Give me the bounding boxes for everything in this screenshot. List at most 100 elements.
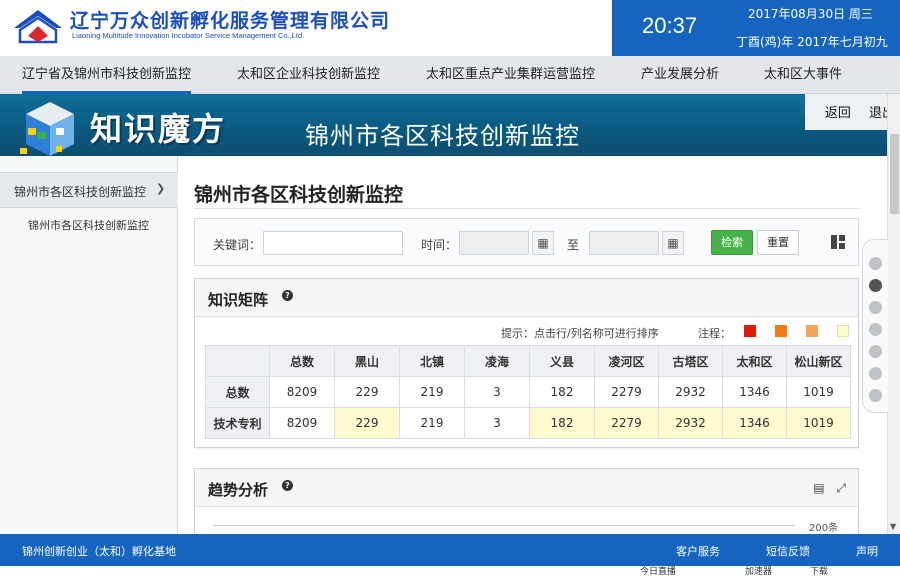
table-cell[interactable]: 229 — [334, 407, 400, 439]
panel-title: 知识矩阵 — [208, 291, 269, 309]
table-cell[interactable]: 219 — [399, 407, 465, 439]
column-header[interactable]: 凌海 — [464, 345, 530, 377]
feedback-link[interactable]: 短信反馈 — [766, 543, 810, 559]
table-cell: 3 — [464, 376, 530, 408]
site-footer: 锦州创新创业（太和）孵化基地 客户服务 短信反馈 声明 — [0, 534, 900, 566]
trend-analysis-panel: 趋势分析 ? ▤ ⤢ 200条 — [194, 468, 859, 534]
table-cell[interactable]: 1346 — [722, 407, 787, 439]
legend-swatch-red — [744, 325, 756, 337]
clock-time: 20:37 — [642, 13, 698, 38]
nav-tab-taihe-industry-cluster[interactable]: 太和区重点产业集群运营监控 — [426, 56, 595, 94]
page-scrollbar[interactable]: ▼ — [887, 94, 900, 534]
column-header[interactable]: 凌河区 — [594, 345, 659, 377]
row-header[interactable]: 技术专利 — [205, 407, 270, 439]
start-date-input[interactable] — [459, 231, 529, 255]
sidebar-group-jinzhou[interactable]: 锦州市各区科技创新监控 ❯ — [0, 172, 178, 208]
table-row: 总数 8209 229 219 3 182 2279 2932 1346 101… — [205, 376, 851, 408]
title-divider — [194, 208, 859, 209]
table-cell[interactable]: 2279 — [594, 407, 659, 439]
company-name-en: Liaoning Multitude Innovation Incubator … — [72, 31, 305, 40]
nav-tab-liaoning-jinzhou[interactable]: 辽宁省及锦州市科技创新监控 — [22, 56, 192, 94]
help-icon[interactable]: ? — [282, 290, 293, 301]
column-header[interactable]: 总数 — [269, 345, 335, 377]
column-header[interactable]: 北镇 — [399, 345, 465, 377]
nav-tab-taihe-events[interactable]: 太和区大事件 — [764, 56, 842, 94]
corner-cell — [205, 345, 270, 377]
table-cell: 2279 — [594, 376, 659, 408]
y-tick-label: 200条 — [809, 523, 839, 534]
knowledge-matrix-panel: 知识矩阵 ? 提示：点击行/列名称可进行排序 注程： 总数 黑山 北镇 凌海 义… — [194, 278, 859, 448]
table-cell[interactable]: 2932 — [658, 407, 723, 439]
section-dot[interactable] — [869, 301, 882, 314]
table-cell[interactable]: 182 — [529, 407, 595, 439]
row-header[interactable]: 总数 — [205, 376, 270, 408]
sidebar-item-jinzhou-monitor[interactable]: 锦州市各区科技创新监控 — [28, 217, 149, 233]
sort-hint: 提示：点击行/列名称可进行排序 — [501, 327, 659, 340]
column-header[interactable]: 松山新区 — [786, 345, 851, 377]
help-icon[interactable]: ? — [282, 480, 293, 491]
status-item[interactable]: 今日直播 — [640, 566, 676, 576]
reset-button[interactable]: 重置 — [757, 230, 799, 255]
column-header[interactable]: 义县 — [529, 345, 595, 377]
status-item[interactable]: 下载 — [810, 566, 828, 576]
panel-title: 趋势分析 — [208, 481, 269, 499]
panel-tools: ▤ ⤢ — [813, 481, 846, 496]
expand-icon[interactable]: ⤢ — [836, 481, 846, 495]
section-dot-active[interactable] — [869, 279, 882, 292]
table-cell[interactable]: 1019 — [786, 407, 851, 439]
table-icon[interactable]: ▤ — [813, 481, 824, 495]
section-dot[interactable] — [869, 323, 882, 336]
table-cell: 182 — [529, 376, 595, 408]
chevron-down-icon: ❯ — [156, 182, 166, 195]
customer-service-link[interactable]: 客户服务 — [676, 543, 720, 559]
end-date-input[interactable] — [589, 231, 659, 255]
banner: 知识魔方 锦州市各区科技创新监控 返回 退出 — [0, 94, 887, 156]
page-title: 锦州市各区科技创新监控 — [194, 184, 404, 206]
table-row: 技术专利 8209 229 219 3 182 2279 2932 1346 1… — [205, 407, 851, 439]
nav-tab-industry-analysis[interactable]: 产业发展分析 — [641, 56, 719, 94]
exit-link[interactable]: 退出 — [869, 106, 887, 121]
calendar-icon[interactable]: ▦ — [662, 231, 684, 255]
table-cell: 219 — [399, 376, 465, 408]
back-link[interactable]: 返回 — [825, 106, 851, 121]
legend-swatch-orange — [775, 325, 787, 337]
section-dot-nav — [862, 239, 888, 413]
clock-lunar-date: 丁酉(鸡)年 2017年七月初九 — [736, 35, 888, 49]
column-header[interactable]: 古塔区 — [658, 345, 723, 377]
section-dot[interactable] — [869, 345, 882, 358]
scroll-down-icon[interactable]: ▼ — [890, 522, 896, 531]
table-cell: 8209 — [269, 376, 335, 408]
statement-link[interactable]: 声明 — [856, 543, 878, 559]
table-header-row: 总数 黑山 北镇 凌海 义县 凌河区 古塔区 太和区 松山新区 — [205, 345, 851, 377]
status-item[interactable]: 加速器 — [745, 566, 772, 576]
filter-bar: 关键词： 时间： ▦ 至 ▦ 检索 重置 — [194, 218, 859, 266]
legend-swatch-pale-yellow — [837, 325, 849, 337]
keyword-input[interactable] — [263, 231, 403, 255]
column-header[interactable]: 太和区 — [722, 345, 787, 377]
grid-view-icon[interactable] — [831, 235, 845, 249]
table-cell[interactable]: 3 — [464, 407, 530, 439]
calendar-icon[interactable]: ▦ — [532, 231, 554, 255]
panel-header: 趋势分析 ? ▤ ⤢ — [195, 469, 858, 507]
banner-title: 锦州市各区科技创新监控 — [305, 122, 580, 150]
table-cell[interactable]: 8209 — [269, 407, 335, 439]
sidebar-group-label: 锦州市各区科技创新监控 — [14, 185, 147, 199]
column-header[interactable]: 黑山 — [334, 345, 400, 377]
nav-tab-taihe-enterprise[interactable]: 太和区企业科技创新监控 — [237, 56, 380, 94]
section-dot[interactable] — [869, 389, 882, 402]
knowledge-matrix-table: 总数 黑山 北镇 凌海 义县 凌河区 古塔区 太和区 松山新区 总数 8209 … — [205, 345, 851, 439]
section-dot[interactable] — [869, 257, 882, 270]
site-header: 辽宁万众创新孵化服务管理有限公司 Liaoning Multitude Inno… — [0, 0, 900, 56]
table-cell: 2932 — [658, 376, 723, 408]
scrollbar-thumb[interactable] — [890, 134, 899, 214]
section-dot[interactable] — [869, 367, 882, 380]
chart-gridline — [213, 525, 795, 526]
panel-header: 知识矩阵 ? — [195, 279, 858, 317]
banner-links: 返回 退出 — [811, 102, 887, 121]
table-cell: 1019 — [786, 376, 851, 408]
footer-org: 锦州创新创业（太和）孵化基地 — [22, 545, 176, 558]
company-logo — [14, 10, 62, 44]
browser-status-bar: 今日直播 加速器 下载 — [0, 566, 900, 576]
search-button[interactable]: 检索 — [711, 230, 753, 255]
banner-brand: 知识魔方 — [90, 110, 227, 148]
